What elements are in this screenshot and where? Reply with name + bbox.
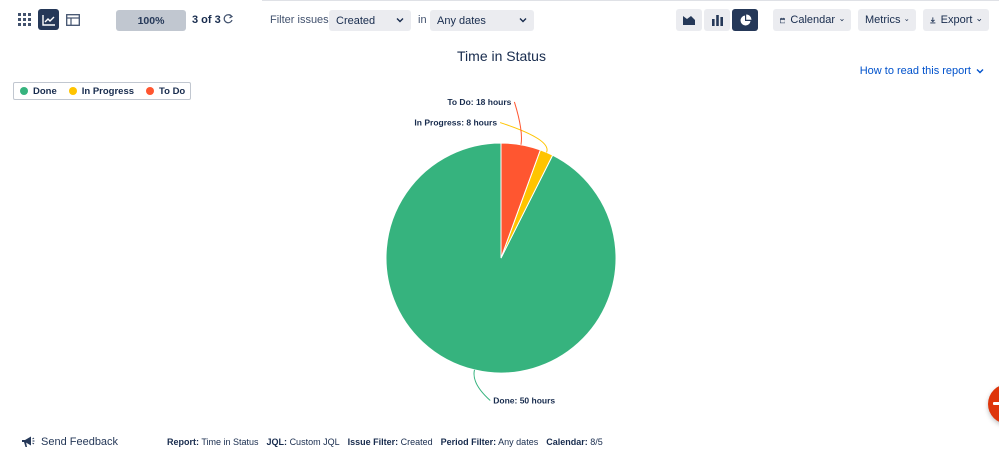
footer: Send Feedback Report: Time in Status JQL… bbox=[0, 430, 999, 452]
pie-chart: Done: 50 hours In Progress: 8 hours To Do:… bbox=[385, 97, 617, 406]
meta-period-value: Any dates bbox=[498, 437, 539, 447]
meta-issue-key: Issue Filter: bbox=[347, 437, 399, 447]
send-feedback-label: Send Feedback bbox=[41, 435, 119, 448]
pie-data-label: Done: 50 hours bbox=[493, 396, 555, 406]
meta-report-key: Report: bbox=[167, 437, 199, 447]
meta-report-value: Time in Status bbox=[201, 437, 259, 447]
meta-issue-filter: Issue Filter: Created bbox=[348, 437, 433, 447]
meta-calendar-key: Calendar: bbox=[546, 437, 588, 447]
fab-icon bbox=[993, 402, 999, 405]
meta-period-key: Period Filter: bbox=[440, 437, 497, 447]
meta-issue-value: Created bbox=[400, 437, 433, 447]
meta-calendar-value: 8/5 bbox=[590, 437, 603, 447]
meta-jql-key: JQL: bbox=[266, 437, 288, 447]
pie-data-label: To Do: 18 hours bbox=[447, 97, 511, 107]
pie-data-label: In Progress: 8 hours bbox=[414, 118, 497, 128]
meta-jql-value: Custom JQL bbox=[289, 437, 340, 447]
send-feedback-button[interactable]: Send Feedback bbox=[21, 435, 118, 448]
meta-calendar: Calendar: 8/5 bbox=[546, 437, 603, 447]
pie-leader-line bbox=[513, 101, 522, 145]
megaphone-icon bbox=[22, 436, 35, 447]
report-meta: Report: Time in Status JQL: Custom JQL I… bbox=[167, 437, 603, 447]
meta-report: Report: Time in Status bbox=[167, 437, 259, 447]
meta-jql: JQL: Custom JQL bbox=[267, 437, 340, 447]
pie-leader-line bbox=[473, 369, 491, 401]
meta-period-filter: Period Filter: Any dates bbox=[441, 437, 539, 447]
